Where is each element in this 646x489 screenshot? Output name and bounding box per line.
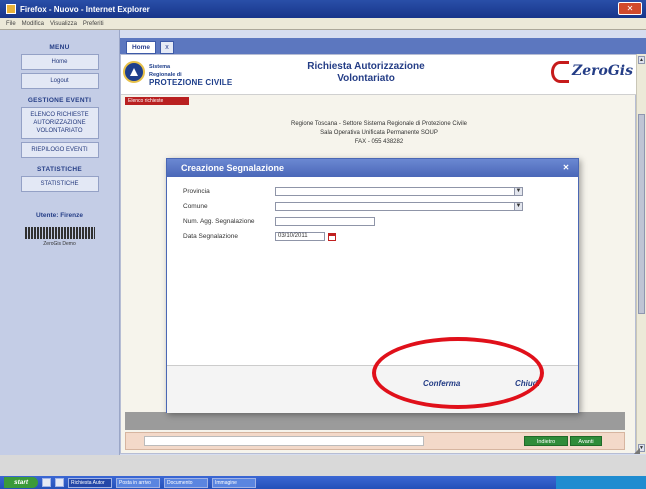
info-line-2: Sala Operativa Unificata Permanente SOUP [320,130,438,136]
quicklaunch-icon[interactable] [42,478,51,487]
window-title: Firefox - Nuovo - Internet Explorer [20,4,150,14]
info-line-1: Regione Toscana - Settore Sistema Region… [291,121,467,127]
field-label-update-number: Num. Agg. Segnalazione [183,218,255,225]
confirm-button[interactable]: Conferma [423,379,460,388]
resize-grip-icon[interactable]: ◢ [634,446,640,455]
os-taskbar: start Richiesta Autor Posta in arrivo Do… [0,455,646,489]
municipality-select[interactable] [275,202,515,211]
sidebar: MENU Home Logout GESTIONE EVENTI ELENCO … [0,30,120,455]
page-header: Sistema Regionale di PROTEZIONE CIVILE R… [121,55,637,95]
taskbar-item[interactable]: Richiesta Autor [68,477,112,488]
close-button[interactable]: Chiudi [515,379,540,388]
update-number-field[interactable] [275,217,375,226]
vertical-scrollbar[interactable]: ▲ ▼ [636,54,646,454]
next-button[interactable]: Avanti [570,436,602,446]
sidebar-item-home[interactable]: Home [20,54,99,70]
dialog-close-icon[interactable]: ✕ [560,162,572,174]
field-row-report-date: Data Segnalazione 03/10/2011 [183,232,336,241]
info-line-3: FAX - 055 438282 [354,139,404,145]
report-date-field[interactable]: 03/10/2011 [275,232,325,241]
taskbar-item[interactable]: Posta in arrivo [116,477,160,488]
logo-caption: ZeroGis Demo [43,241,76,247]
zerogis-swoosh-icon [551,61,569,83]
barcode-logo-icon [24,227,95,239]
dialog-title: Creazione Segnalazione [181,163,285,173]
menu-item-edit[interactable]: Modifica [22,21,44,27]
field-row-municipality: Comune ▼ [183,202,523,211]
quicklaunch-icon[interactable] [55,478,64,487]
bottom-input[interactable] [144,436,424,446]
sidebar-item-request-list[interactable]: ELENCO RICHIESTE AUTORIZZAZIONE VOLONTAR… [20,107,99,139]
taskbar-item[interactable]: Immagine [212,477,256,488]
field-row-province: Provincia ▼ [183,187,523,196]
field-label-province: Provincia [183,188,210,195]
tab-strip: Home x [120,38,646,54]
browser-icon [6,4,16,14]
scroll-thumb[interactable] [638,114,645,314]
system-tray [556,476,646,489]
sidebar-section-statistics: STATISTICHE [37,166,82,173]
scroll-up-icon[interactable]: ▲ [638,56,645,64]
back-button[interactable]: Indietro [524,436,568,446]
field-label-municipality: Comune [183,203,208,210]
window-close-button[interactable]: ✕ [618,2,642,15]
dialog-footer [167,365,578,413]
section-tag[interactable]: Elenco richieste [125,97,189,105]
bottom-action-bar: Indietro Avanti [125,432,625,450]
page-title: Richiesta Autorizzazione Volontariato [307,61,425,84]
menu-item-favorites[interactable]: Preferiti [83,21,104,27]
menu-item-file[interactable]: File [6,21,16,27]
chevron-down-icon[interactable]: ▼ [514,202,523,211]
sidebar-item-event-summary[interactable]: RIEPILOGO EVENTI [20,142,99,158]
window-titlebar: Firefox - Nuovo - Internet Explorer ✕ [0,0,646,18]
sidebar-item-logout[interactable]: Logout [20,73,99,89]
user-block: Utente: Firenze ZeroGis Demo [0,212,119,247]
taskbar-strip: start Richiesta Autor Posta in arrivo Do… [0,476,646,489]
sidebar-item-statistics[interactable]: STATISTICHE [20,176,99,192]
start-button[interactable]: start [4,477,38,488]
field-row-update-number: Num. Agg. Segnalazione [183,217,375,226]
sidebar-section-menu: MENU [49,44,70,51]
menubar: File Modifica Visualizza Preferiti [0,18,646,30]
menu-item-view[interactable]: Visualizza [50,21,77,27]
dialog-header: Creazione Segnalazione ✕ [167,159,578,177]
province-select[interactable] [275,187,515,196]
org-name: Sistema Regionale di PROTEZIONE CIVILE [149,64,233,87]
protezione-civile-logo-icon [123,61,145,83]
tab-home[interactable]: Home [126,41,156,54]
user-label: Utente: Firenze [36,212,83,219]
taskbar-item[interactable]: Documento [164,477,208,488]
field-label-report-date: Data Segnalazione [183,233,238,240]
tab-close-button[interactable]: x [160,41,174,54]
user-logo: ZeroGis Demo [24,227,95,247]
gray-panel [125,412,625,430]
zerogis-brand: ZeroGis [572,63,633,79]
sidebar-section-events: GESTIONE EVENTI [27,97,92,104]
chevron-down-icon[interactable]: ▼ [514,187,523,196]
create-report-dialog: Creazione Segnalazione ✕ Provincia ▼ Com… [166,158,579,413]
calendar-icon[interactable] [328,232,336,241]
